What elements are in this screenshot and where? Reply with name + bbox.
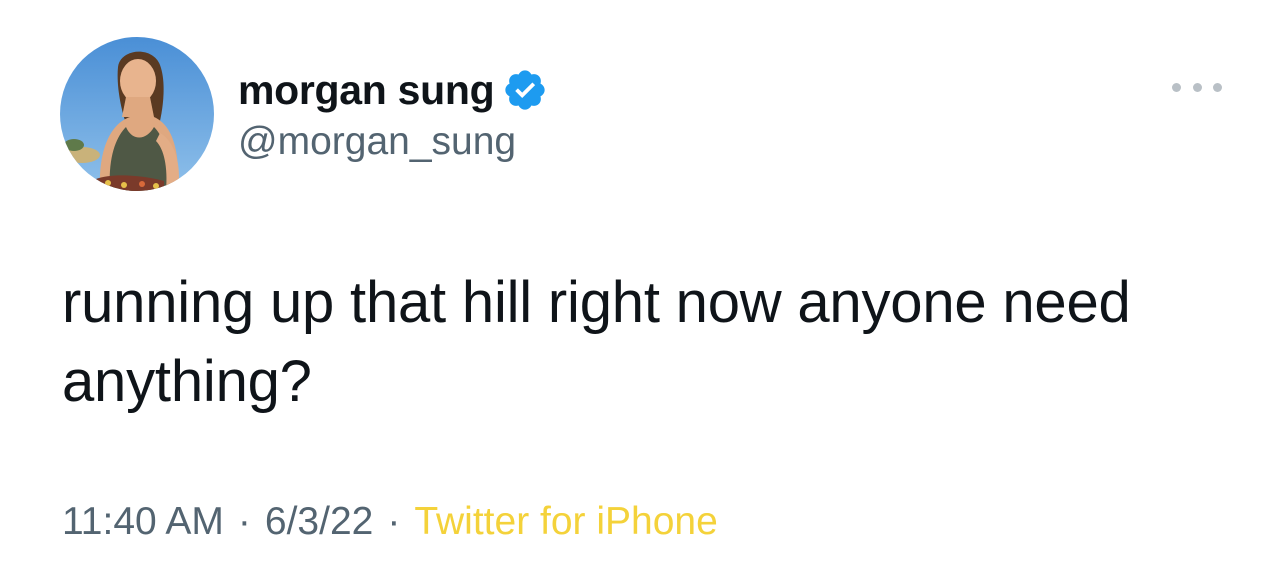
tweet-source-link[interactable]: Twitter for iPhone [414,500,717,543]
avatar-photo [60,37,214,191]
avatar[interactable] [60,37,214,191]
tweet-text: running up that hill right now anyone ne… [62,270,1131,414]
display-name[interactable]: morgan sung [238,67,495,114]
verified-badge-icon [502,67,548,113]
more-dot [1172,82,1181,92]
meta-separator: · [387,500,401,543]
more-dot [1192,82,1202,92]
tweet-meta: 11:40 AM · 6/3/22 · Twitter for iPhone [62,500,718,544]
tweet-date[interactable]: 6/3/22 [265,500,373,543]
meta-separator: · [237,500,251,543]
more-dot [1213,82,1222,92]
display-name-row[interactable]: morgan sung [238,64,548,116]
more-options-icon[interactable] [1172,76,1222,98]
tweet-time[interactable]: 11:40 AM [62,500,224,543]
tweet-card: morgan sung @morgan_sung running up that… [0,0,1284,577]
user-handle[interactable]: @morgan_sung [238,120,516,164]
